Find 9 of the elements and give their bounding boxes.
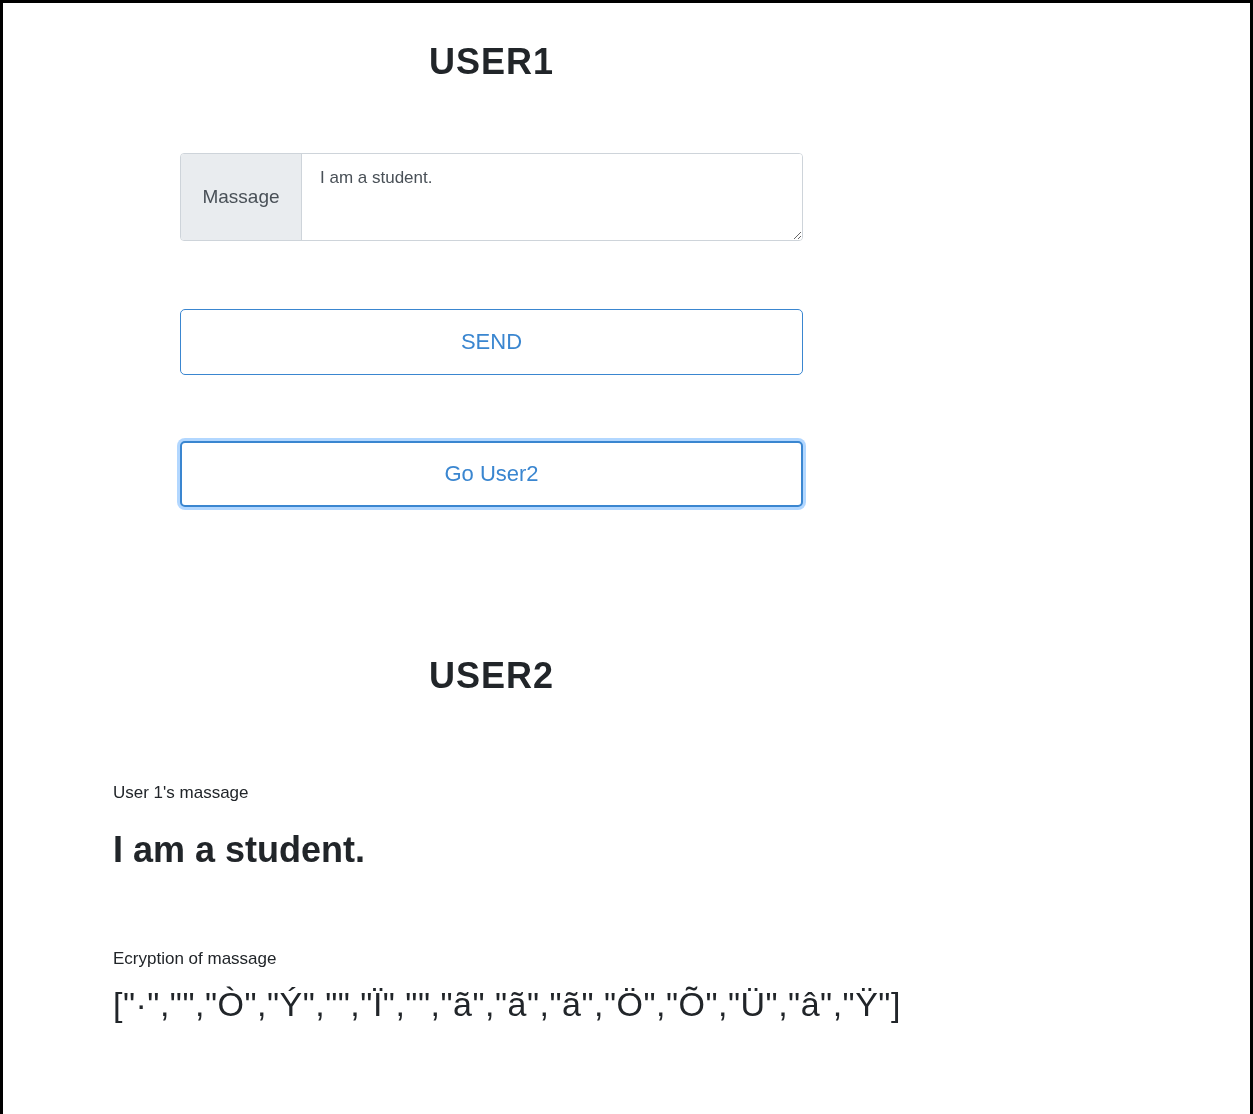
encrypted-message: ["·","","Ò","Ý","","Ï","","ã","ã","ã","Ö","Õ","Ü","â","Ÿ"]	[113, 985, 902, 1024]
message-caption: User 1's massage	[113, 783, 250, 803]
encryption-caption: Ecryption of massage	[113, 949, 278, 969]
go-user2-button[interactable]: Go User2	[180, 441, 803, 507]
user2-heading: USER2	[427, 655, 555, 697]
user1-heading: USER1	[427, 41, 555, 83]
received-message: I am a student.	[113, 829, 367, 871]
send-button[interactable]: SEND	[180, 309, 803, 375]
message-field[interactable]: Massage I am a student.	[180, 153, 803, 241]
